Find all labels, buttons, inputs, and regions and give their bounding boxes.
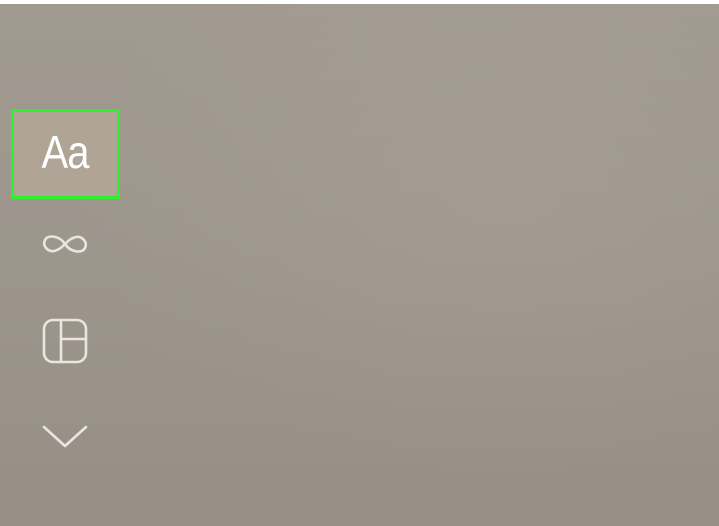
infinity-icon — [39, 230, 91, 258]
boomerang-tool-button[interactable] — [10, 224, 120, 264]
text-tool-button[interactable]: Aa — [10, 108, 120, 199]
more-tools-button[interactable] — [10, 416, 120, 456]
layout-grid-icon — [41, 317, 89, 365]
layout-tool-button[interactable] — [10, 316, 120, 366]
create-mode-toolbar: Aa — [10, 108, 120, 468]
camera-screen[interactable]: Aa — [0, 0, 719, 526]
top-edge — [0, 0, 719, 4]
chevron-down-icon — [41, 422, 89, 450]
selected-highlight: Aa — [10, 108, 120, 199]
text-icon: Aa — [41, 127, 90, 179]
